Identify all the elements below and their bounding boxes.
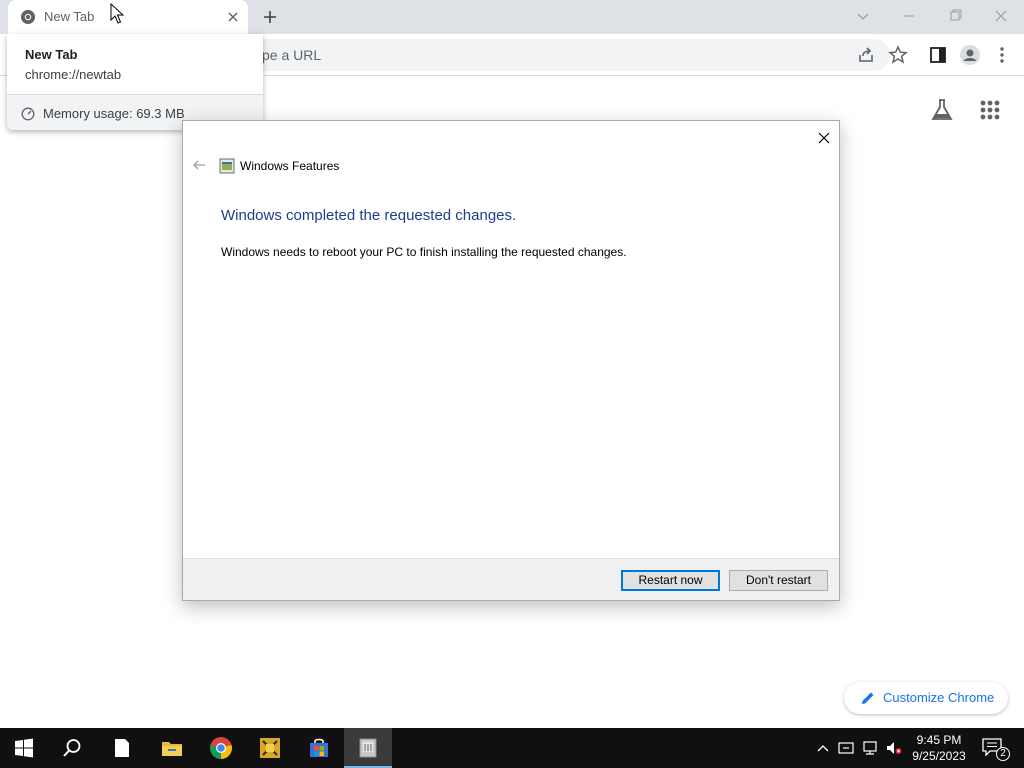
search-button[interactable] <box>48 728 96 768</box>
dialog-footer: Restart now Don't restart <box>183 558 839 600</box>
taskbar: 9:45 PM 9/25/2023 2 <box>0 728 1024 768</box>
system-clock[interactable]: 9:45 PM 9/25/2023 <box>906 732 972 764</box>
dialog-app-title: Windows Features <box>240 159 340 173</box>
windows-features-icon <box>359 738 377 758</box>
memory-gauge-icon <box>21 107 35 121</box>
notification-center-button[interactable]: 2 <box>982 738 1010 761</box>
volume-muted-icon[interactable] <box>886 740 902 756</box>
folder-icon <box>162 742 182 756</box>
share-icon[interactable] <box>854 43 878 67</box>
chrome-icon <box>21 10 35 24</box>
clock-date: 9/25/2023 <box>912 749 966 763</box>
chevron-up-icon[interactable] <box>815 740 831 756</box>
windows-logo-icon <box>15 738 33 758</box>
tab-hover-card: New Tab chrome://newtab Memory usage: 69… <box>7 34 263 130</box>
chrome-icon <box>210 737 232 759</box>
start-button[interactable] <box>0 728 48 768</box>
new-tab-button[interactable] <box>258 6 282 28</box>
file-icon <box>115 739 129 757</box>
tab-search-icon[interactable] <box>849 4 877 28</box>
windows-features-dialog: Windows Features Windows completed the r… <box>182 120 840 601</box>
mouse-cursor-icon <box>110 3 124 24</box>
store-icon <box>310 738 328 757</box>
labs-icon[interactable] <box>928 96 956 124</box>
network-icon[interactable] <box>862 740 878 756</box>
taskbar-app-yellow[interactable] <box>246 728 294 768</box>
memory-usage-text: Memory usage: 69.3 MB <box>43 106 185 121</box>
pencil-icon <box>862 692 874 704</box>
minimize-icon[interactable] <box>895 4 923 28</box>
address-bar-placeholder: pe a URL <box>262 47 322 63</box>
restart-now-button[interactable]: Restart now <box>621 570 720 591</box>
side-panel-icon[interactable] <box>926 43 950 67</box>
profile-icon[interactable] <box>958 43 982 67</box>
customize-chrome-label: Customize Chrome <box>883 690 995 705</box>
app-tool-icon <box>260 738 280 758</box>
notification-count-badge: 2 <box>996 747 1010 761</box>
customize-chrome-button[interactable]: Customize Chrome <box>844 682 1008 714</box>
hover-card-title: New Tab <box>25 47 78 62</box>
apps-grid-icon[interactable] <box>976 96 1004 124</box>
device-icon[interactable] <box>838 740 854 756</box>
taskbar-windows-features[interactable] <box>344 728 392 768</box>
tab-strip: New Tab <box>0 0 1024 34</box>
dialog-heading: Windows completed the requested changes. <box>221 207 517 224</box>
close-icon[interactable] <box>813 127 835 149</box>
menu-icon[interactable] <box>990 43 1014 67</box>
taskbar-chrome[interactable] <box>197 728 245 768</box>
dont-restart-button[interactable]: Don't restart <box>729 570 828 591</box>
star-icon[interactable] <box>886 43 910 67</box>
taskbar-microsoft-store[interactable] <box>295 728 343 768</box>
taskbar-file[interactable] <box>98 728 146 768</box>
windows-features-icon <box>219 158 235 174</box>
back-arrow-icon[interactable] <box>191 157 207 173</box>
restore-icon[interactable] <box>941 4 969 28</box>
taskbar-file-explorer[interactable] <box>148 728 196 768</box>
close-tab-icon[interactable] <box>224 8 242 26</box>
search-icon <box>63 739 81 757</box>
close-window-icon[interactable] <box>987 4 1015 28</box>
dialog-body-text: Windows needs to reboot your PC to finis… <box>221 245 627 259</box>
hover-card-url: chrome://newtab <box>25 67 122 82</box>
clock-time: 9:45 PM <box>916 733 962 747</box>
tab-title: New Tab <box>44 9 95 24</box>
tab-new-tab[interactable]: New Tab <box>8 0 248 34</box>
